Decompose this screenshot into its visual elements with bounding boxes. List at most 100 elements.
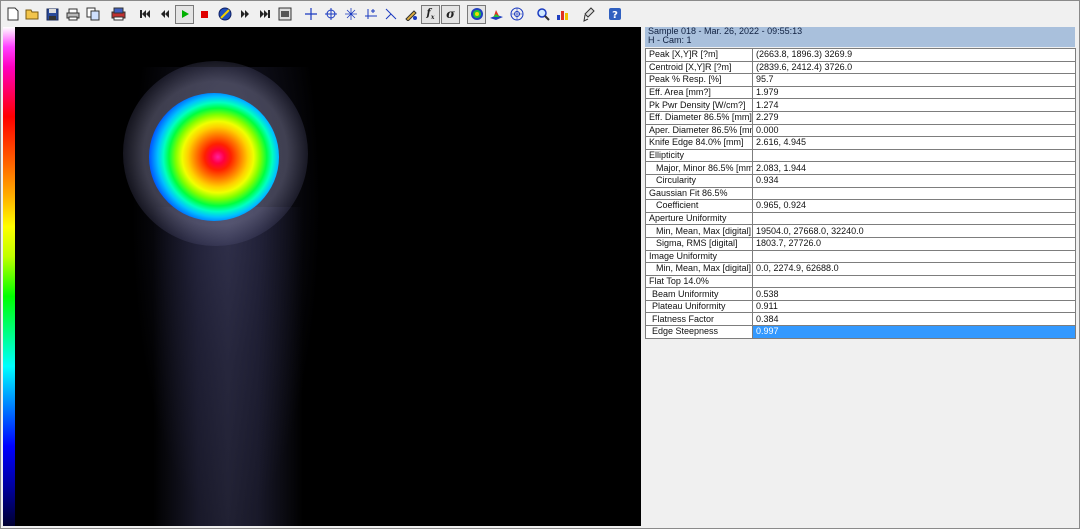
row-value: 0.384 (752, 312, 1076, 327)
row-label: Peak % Resp. [%] (645, 73, 753, 87)
group-label: Image Uniformity (645, 249, 753, 264)
row-value: 0.538 (752, 287, 1076, 301)
row-value: (2663.8, 1896.3) 3269.9 (752, 48, 1076, 62)
row-value: 19504.0, 27668.0, 32240.0 (752, 224, 1076, 238)
row-label: Major, Minor 86.5% [mm] (645, 161, 753, 175)
step-forward-icon[interactable] (235, 5, 254, 24)
table-group-row[interactable]: Flat Top 14.0% (645, 274, 1076, 289)
row-label: Min, Mean, Max [digital] (645, 262, 753, 276)
row-label: Knife Edge 84.0% [mm] (645, 136, 753, 150)
skip-first-icon[interactable] (135, 5, 154, 24)
beam-spot (149, 93, 279, 221)
axis-rotate-icon[interactable] (341, 5, 360, 24)
table-row[interactable]: Pk Pwr Density [W/cm?] 1.274 (645, 98, 1076, 112)
results-panel: Sample 018 - Mar. 26, 2022 - 09:55:13 H … (645, 27, 1076, 526)
probe-icon[interactable] (579, 5, 598, 24)
play-icon[interactable] (175, 4, 194, 24)
row-label: Plateau Uniformity (645, 299, 753, 314)
row-label: Peak [X,Y]R [?m] (645, 48, 753, 62)
table-group-row[interactable]: Gaussian Fit 86.5% (645, 186, 1076, 201)
copy-icon[interactable] (83, 5, 102, 24)
beam-scatter-column (153, 207, 303, 526)
row-value (752, 274, 1076, 289)
no-entry-icon[interactable] (215, 5, 234, 24)
table-group-row[interactable]: Aperture Uniformity (645, 211, 1076, 226)
table-row[interactable]: Beam Uniformity 0.538 (645, 287, 1076, 301)
row-label: Coefficient (645, 199, 753, 213)
row-label: Min, Mean, Max [digital] (645, 224, 753, 238)
table-row[interactable]: Min, Mean, Max [digital] 19504.0, 27668.0… (645, 224, 1076, 238)
sigma-icon[interactable]: σ (441, 4, 460, 24)
row-label: Aper. Diameter 86.5% [mm] (645, 123, 753, 138)
camera-info: H - Cam: 1 (648, 35, 692, 45)
group-label: Ellipticity (645, 148, 753, 163)
2d-view-icon[interactable] (467, 4, 486, 24)
row-label: Centroid [X,Y]R [?m] (645, 60, 753, 75)
sample-info: Sample 018 - Mar. 26, 2022 - 09:55:13 (648, 26, 803, 36)
cursor-icon[interactable] (361, 5, 380, 24)
table-row[interactable]: Min, Mean, Max [digital] 0.0, 2274.9, 626… (645, 262, 1076, 276)
table-row[interactable]: Major, Minor 86.5% [mm] 2.083, 1.944 (645, 161, 1076, 175)
table-row[interactable]: Eff. Area [mm?] 1.979 (645, 85, 1076, 100)
row-value (752, 148, 1076, 163)
toolbar: fx σ ? (3, 3, 1077, 25)
zoom-icon[interactable] (533, 5, 552, 24)
centroid-icon[interactable] (321, 5, 340, 24)
row-value: 0.997 (752, 325, 1076, 339)
table-row[interactable]: Sigma, RMS [digital] 1803.7, 27726.0 (645, 236, 1076, 251)
color-palette-bar (3, 27, 15, 526)
table-row[interactable]: Coefficient 0.965, 0.924 (645, 199, 1076, 213)
skip-last-icon[interactable] (255, 5, 274, 24)
row-value: 2.616, 4.945 (752, 136, 1076, 150)
table-row[interactable]: Knife Edge 84.0% [mm] 2.616, 4.945 (645, 136, 1076, 150)
row-value (752, 211, 1076, 226)
table-row[interactable]: Aper. Diameter 86.5% [mm] 0.000 (645, 123, 1076, 138)
row-value: 95.7 (752, 73, 1076, 87)
table-row[interactable]: Plateau Uniformity 0.911 (645, 299, 1076, 314)
group-label: Gaussian Fit 86.5% (645, 186, 753, 201)
save-icon[interactable] (43, 5, 62, 24)
table-row-selected[interactable]: Edge Steepness 0.997 (645, 325, 1076, 339)
capture-icon[interactable] (109, 5, 128, 24)
panel-header: Sample 018 - Mar. 26, 2022 - 09:55:13 H … (645, 27, 1075, 47)
crosshair-icon[interactable] (301, 5, 320, 24)
row-value: 2.279 (752, 110, 1076, 125)
table-group-row[interactable]: Ellipticity (645, 148, 1076, 163)
aperture-icon[interactable] (507, 5, 526, 24)
new-file-icon[interactable] (3, 5, 22, 24)
table-row[interactable]: Circularity 0.934 (645, 173, 1076, 188)
group-label: Aperture Uniformity (645, 211, 753, 226)
print-icon[interactable] (63, 5, 82, 24)
row-label: Pk Pwr Density [W/cm?] (645, 98, 753, 112)
help-icon[interactable]: ? (605, 5, 624, 24)
table-group-row[interactable]: Image Uniformity (645, 249, 1076, 264)
row-label: Eff. Diameter 86.5% [mm] (645, 110, 753, 125)
table-row[interactable]: Centroid [X,Y]R [?m] (2839.6, 2412.4) 372… (645, 60, 1076, 75)
svg-text:?: ? (612, 10, 618, 21)
beam-image-viewer[interactable] (3, 27, 641, 526)
line-profile-icon[interactable] (381, 5, 400, 24)
row-value: 2.083, 1.944 (752, 161, 1076, 175)
stop-icon[interactable] (195, 5, 214, 24)
palette-icon[interactable] (553, 5, 572, 24)
row-value: (2839.6, 2412.4) 3726.0 (752, 60, 1076, 75)
open-folder-icon[interactable] (23, 5, 42, 24)
step-back-icon[interactable] (155, 5, 174, 24)
table-row[interactable]: Flatness Factor 0.384 (645, 312, 1076, 327)
table-row[interactable]: Peak [X,Y]R [?m] (2663.8, 1896.3) 3269.9 (645, 48, 1076, 62)
table-row[interactable]: Eff. Diameter 86.5% [mm] 2.279 (645, 110, 1076, 125)
row-label: Circularity (645, 173, 753, 188)
camera-calc-icon[interactable] (275, 5, 294, 24)
row-label: Edge Steepness (645, 325, 753, 339)
function-icon[interactable]: fx (421, 4, 440, 24)
row-label: Eff. Area [mm?] (645, 85, 753, 100)
row-label: Sigma, RMS [digital] (645, 236, 753, 251)
table-row[interactable]: Peak % Resp. [%] 95.7 (645, 73, 1076, 87)
row-value: 0.0, 2274.9, 62688.0 (752, 262, 1076, 276)
row-value: 1.274 (752, 98, 1076, 112)
3d-view-icon[interactable] (487, 5, 506, 24)
row-value: 0.934 (752, 173, 1076, 188)
group-label: Flat Top 14.0% (645, 274, 753, 289)
row-value: 0.911 (752, 299, 1076, 314)
drawing-icon[interactable] (401, 5, 420, 24)
